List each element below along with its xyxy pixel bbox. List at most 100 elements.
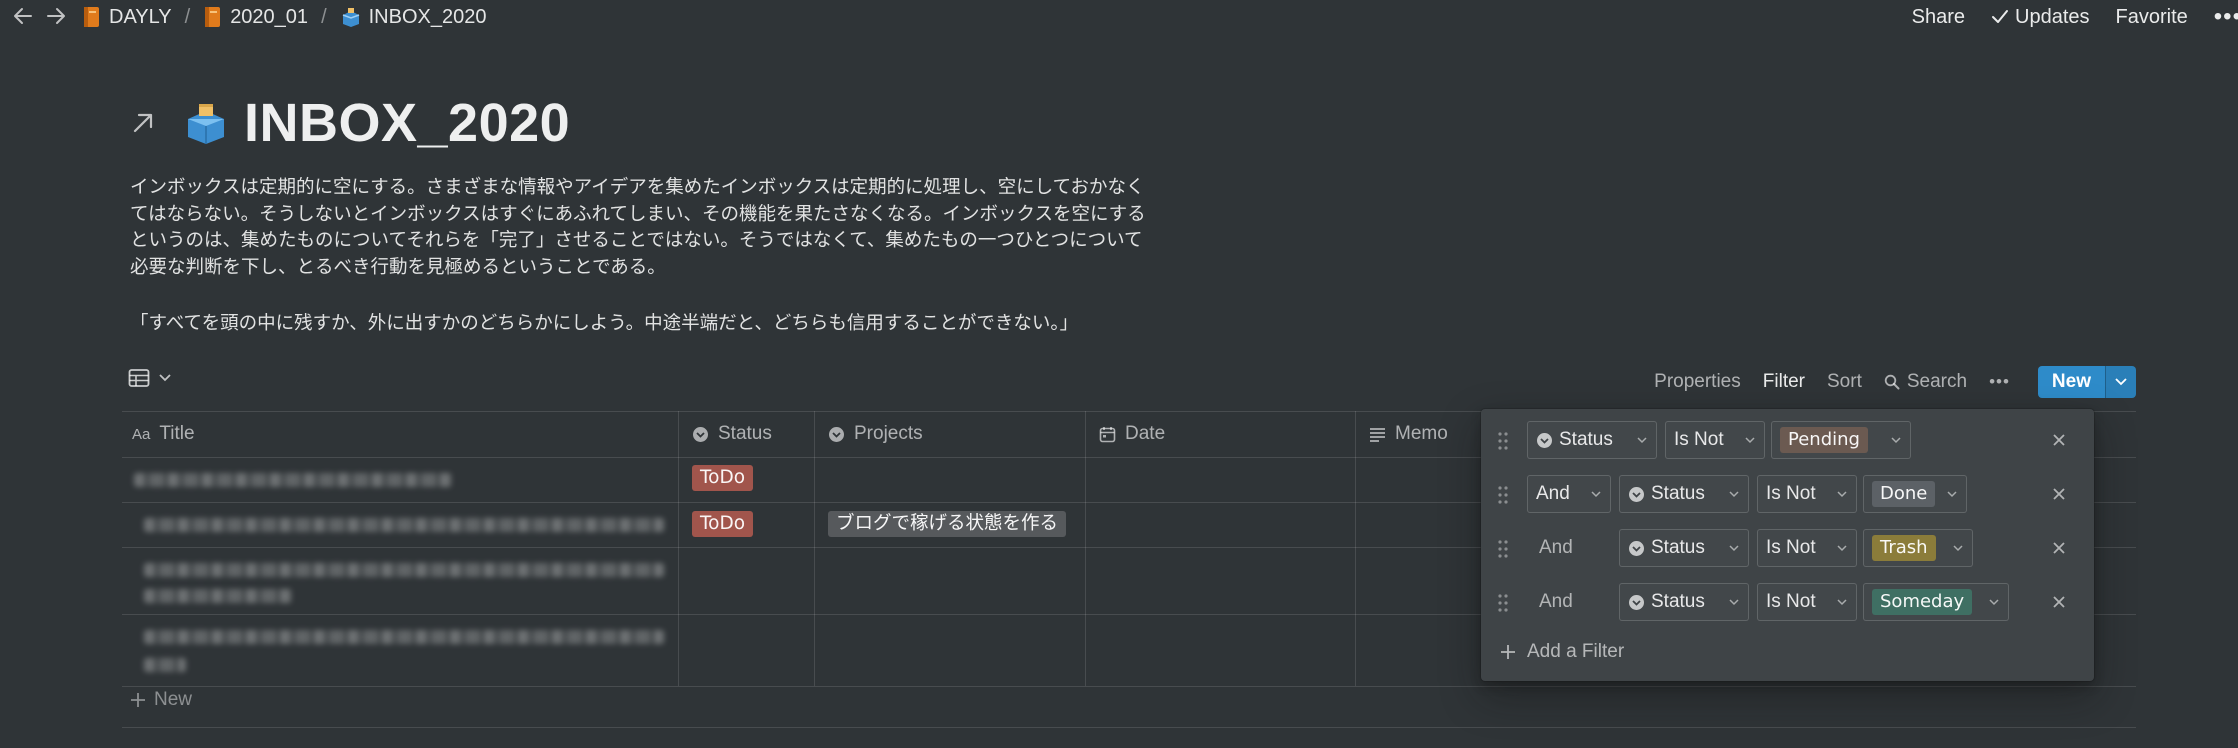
select-property-icon [828, 426, 845, 443]
column-header-status[interactable]: Status [692, 411, 772, 457]
filter-value-select[interactable]: Pending [1771, 421, 1911, 459]
filter-conjunction-select[interactable]: And [1527, 475, 1611, 513]
filter-operator-select[interactable]: Is Not [1665, 421, 1765, 459]
filter-operator-select[interactable]: Is Not [1757, 475, 1857, 513]
chevron-down-icon [1728, 598, 1740, 606]
chevron-down-icon [1636, 436, 1648, 444]
top-bar: DAYLY / 2020_01 / INBOX_2020 Share Updat… [0, 0, 2238, 34]
add-row-button[interactable]: New [130, 689, 192, 711]
book-icon [82, 6, 102, 28]
text-property-icon: Aa [132, 425, 151, 443]
column-header-memo[interactable]: Memo [1369, 411, 1448, 457]
back-arrow-icon[interactable] [12, 5, 34, 27]
properties-button[interactable]: Properties [1654, 371, 1741, 393]
breadcrumb-item-2020-01[interactable]: 2020_01 [203, 6, 308, 29]
chevron-down-icon [1590, 490, 1602, 498]
filter-value-select[interactable]: Someday [1863, 583, 2009, 621]
column-divider [678, 411, 679, 686]
column-header-projects[interactable]: Projects [828, 411, 923, 457]
drag-handle-icon[interactable] [1497, 593, 1509, 613]
new-button[interactable]: New [2037, 366, 2105, 398]
select-property-icon [692, 426, 709, 443]
description-line: 必要な判断を下し、とるべき行動を見極めるということである。 [130, 256, 666, 278]
table-row-title-blurred[interactable] [144, 553, 674, 609]
remove-filter-close-icon[interactable] [2050, 485, 2068, 503]
column-divider [1085, 411, 1086, 686]
remove-filter-close-icon[interactable] [2050, 431, 2068, 449]
description-line: インボックスは定期的に空にする。さまざまな情報やアイデアを集めたインボックスは定… [130, 177, 1145, 198]
filter-property-select[interactable]: Status [1619, 529, 1749, 567]
view-switcher[interactable] [128, 368, 172, 388]
chevron-down-icon [1988, 598, 2000, 606]
drag-handle-icon[interactable] [1497, 431, 1509, 451]
filter-value-select[interactable]: Done [1863, 475, 1967, 513]
table-row-title-blurred[interactable] [144, 508, 674, 542]
filter-property-select[interactable]: Status [1527, 421, 1657, 459]
description-line: てはならない。そうしないとインボックスはすぐにあふれてしまい、その機能を果たさな… [130, 203, 1146, 225]
filter-popup: Status Is Not Pending And Status Is Not … [1481, 409, 2094, 681]
filter-property-select[interactable]: Status [1619, 583, 1749, 621]
filter-value-tag: Trash [1872, 535, 1936, 561]
favorite-button[interactable]: Favorite [2116, 6, 2188, 29]
chevron-down-icon [1946, 490, 1958, 498]
remove-filter-close-icon[interactable] [2050, 539, 2068, 557]
plus-icon [130, 692, 146, 708]
select-property-icon [1536, 432, 1553, 449]
blurred-text [144, 563, 664, 577]
remove-filter-close-icon[interactable] [2050, 593, 2068, 611]
chevron-down-icon [2114, 377, 2128, 387]
table-row-title-blurred[interactable] [144, 620, 674, 680]
updates-button[interactable]: Updates [1991, 6, 2090, 29]
breadcrumb-separator: / [184, 5, 191, 28]
column-header-date[interactable]: Date [1099, 411, 1165, 457]
drag-handle-icon[interactable] [1497, 485, 1509, 505]
table-divider [122, 686, 2136, 687]
status-cell[interactable]: ToDo [692, 465, 754, 491]
search-button[interactable]: Search [1884, 371, 1967, 393]
chevron-down-icon [158, 373, 172, 383]
chevron-down-icon [1744, 436, 1756, 444]
drag-handle-icon[interactable] [1497, 539, 1509, 559]
book-icon [203, 6, 223, 28]
filter-property-select[interactable]: Status [1619, 475, 1749, 513]
open-as-page-arrow-icon[interactable] [128, 108, 158, 138]
inbox-tray-icon[interactable] [182, 99, 230, 147]
page-description: インボックスは定期的に空にする。さまざまな情報やアイデアを集めたインボックスは定… [130, 175, 1180, 281]
filter-button[interactable]: Filter [1763, 371, 1805, 393]
breadcrumb: DAYLY / 2020_01 / INBOX_2020 [82, 0, 486, 34]
forward-arrow-icon[interactable] [45, 5, 67, 27]
blurred-text [144, 658, 186, 672]
search-icon [1884, 374, 1900, 390]
chevron-down-icon [1836, 598, 1848, 606]
status-cell[interactable]: ToDo [692, 511, 754, 537]
chevron-down-icon [1952, 544, 1964, 552]
plus-icon [1499, 643, 1517, 661]
filter-value-tag: Pending [1780, 427, 1868, 453]
select-property-icon [1628, 594, 1645, 611]
new-dropdown-button[interactable] [2105, 366, 2136, 398]
page-title[interactable]: INBOX_2020 [244, 92, 570, 154]
breadcrumb-item-dayly[interactable]: DAYLY [82, 6, 172, 29]
filter-operator-select[interactable]: Is Not [1757, 583, 1857, 621]
sort-button[interactable]: Sort [1827, 371, 1862, 393]
projects-cell[interactable]: ブログで稼げる状態を作る [828, 511, 1067, 537]
blurred-text [144, 589, 292, 603]
text-lines-icon [1369, 427, 1386, 442]
table-view-icon [128, 368, 150, 388]
inbox-tray-icon [340, 6, 362, 28]
select-property-icon [1628, 540, 1645, 557]
table-row-title-blurred[interactable] [134, 463, 664, 497]
share-button[interactable]: Share [1912, 6, 1965, 29]
column-divider [814, 411, 815, 686]
breadcrumb-item-inbox-2020[interactable]: INBOX_2020 [340, 6, 486, 29]
more-options-icon[interactable]: ••• [1989, 372, 2010, 392]
more-options-icon[interactable]: ••• [2214, 3, 2238, 31]
filter-value-select[interactable]: Trash [1863, 529, 1973, 567]
filter-operator-select[interactable]: Is Not [1757, 529, 1857, 567]
new-button-group: New [2037, 366, 2136, 398]
topbar-actions: Share Updates Favorite ••• [1912, 0, 2238, 34]
filter-value-tag: Done [1872, 481, 1936, 507]
add-filter-button[interactable]: Add a Filter [1499, 641, 1624, 663]
column-header-title[interactable]: Aa Title [132, 411, 195, 457]
filter-row: And Status Is Not Done [1481, 473, 2094, 517]
